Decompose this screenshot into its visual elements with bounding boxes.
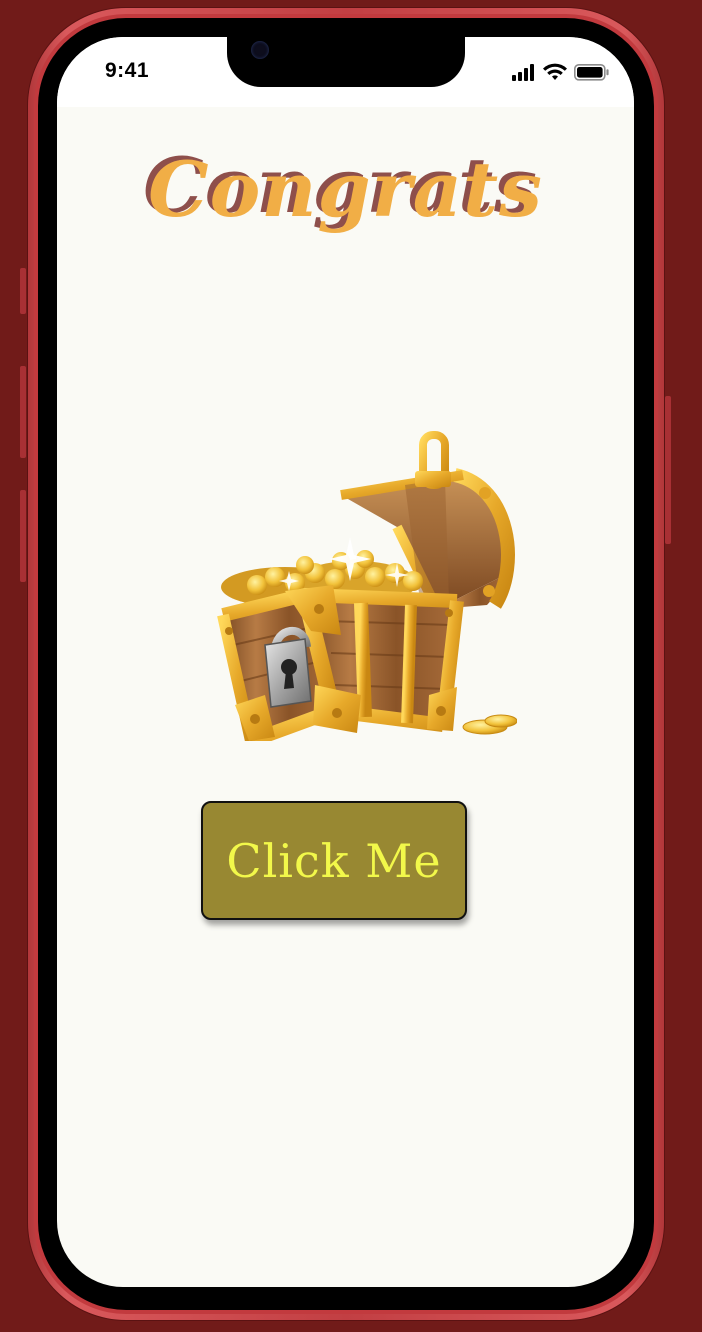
action-button xyxy=(20,268,26,314)
battery-icon xyxy=(574,64,609,81)
click-me-button[interactable]: Click Me xyxy=(201,801,467,920)
page-title: Congrats xyxy=(148,145,543,234)
phone-screen: 9:41 Congrats Click Me xyxy=(57,37,634,1287)
loose-coins xyxy=(462,714,517,735)
wifi-icon xyxy=(543,63,567,80)
status-time: 9:41 xyxy=(105,59,150,82)
click-me-button-label: Click Me xyxy=(226,833,442,888)
page-background: 9:41 Congrats Click Me xyxy=(0,0,702,1332)
status-icons xyxy=(512,63,609,81)
treasure-chest-icon xyxy=(217,431,517,741)
cellular-signal-icon xyxy=(512,64,534,81)
power-button xyxy=(665,396,671,544)
volume-down-button xyxy=(20,490,26,582)
chest-body xyxy=(217,585,464,741)
front-camera xyxy=(251,41,269,59)
volume-up-button xyxy=(20,366,26,458)
